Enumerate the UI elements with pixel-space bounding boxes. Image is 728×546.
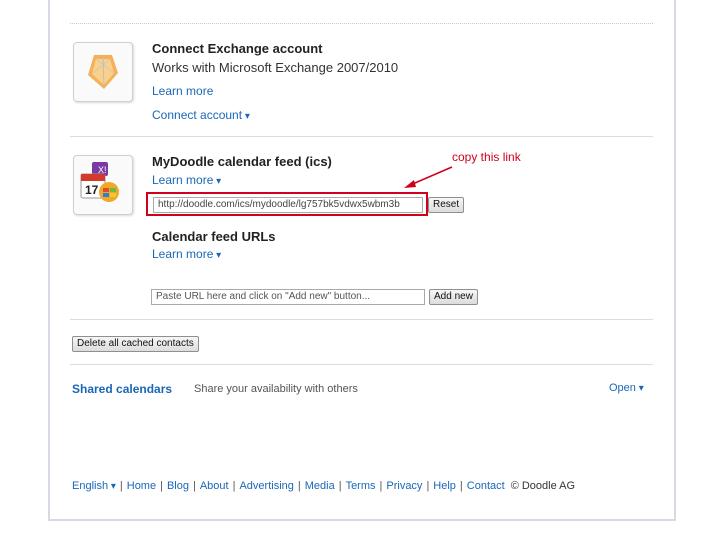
feeds-learn-more-dropdown[interactable]: Learn more (152, 247, 221, 261)
language-selector[interactable]: English (72, 480, 116, 492)
reset-button[interactable]: Reset (428, 197, 465, 213)
footer-link-blog[interactable]: Blog (167, 480, 189, 492)
divider (70, 364, 653, 365)
feed-url-highlight (146, 192, 428, 216)
footer-link-about[interactable]: About (200, 480, 229, 492)
shared-calendars-open-dropdown[interactable]: Open (609, 382, 644, 394)
connect-account-dropdown[interactable]: Connect account (152, 108, 250, 122)
shared-calendars-description: Share your availability with others (194, 383, 358, 395)
exchange-title: Connect Exchange account (152, 41, 323, 56)
calendar-feed-urls-title: Calendar feed URLs (152, 229, 276, 244)
add-feed-url-input[interactable]: Paste URL here and click on "Add new" bu… (151, 289, 425, 305)
copy-link-annotation: copy this link (452, 150, 521, 164)
divider (70, 23, 653, 24)
exchange-icon (73, 42, 133, 102)
footer-link-terms[interactable]: Terms (346, 480, 376, 492)
footer-link-contact[interactable]: Contact (467, 480, 505, 492)
footer-link-media[interactable]: Media (305, 480, 335, 492)
delete-cached-contacts-button[interactable]: Delete all cached contacts (72, 336, 199, 352)
page-frame (48, 0, 676, 521)
shared-calendars-title: Shared calendars (72, 382, 173, 396)
copyright-text: © Doodle AG (510, 480, 576, 492)
footer: English|Home|Blog|About|Advertising|Medi… (72, 480, 575, 492)
divider (70, 319, 653, 320)
footer-link-privacy[interactable]: Privacy (386, 480, 422, 492)
exchange-learn-more-link[interactable]: Learn more (152, 84, 213, 98)
annotation-arrow-icon (404, 166, 453, 188)
footer-link-help[interactable]: Help (433, 480, 456, 492)
add-new-button[interactable]: Add new (429, 289, 478, 305)
footer-link-advertising[interactable]: Advertising (239, 480, 293, 492)
ics-learn-more-dropdown[interactable]: Learn more (152, 173, 221, 187)
footer-link-home[interactable]: Home (127, 480, 156, 492)
divider (70, 136, 653, 137)
calendar-icon: X! 17 (73, 155, 133, 215)
svg-text:17: 17 (85, 183, 99, 197)
exchange-subtitle: Works with Microsoft Exchange 2007/2010 (152, 60, 399, 75)
ics-feed-title: MyDoodle calendar feed (ics) (152, 154, 332, 169)
